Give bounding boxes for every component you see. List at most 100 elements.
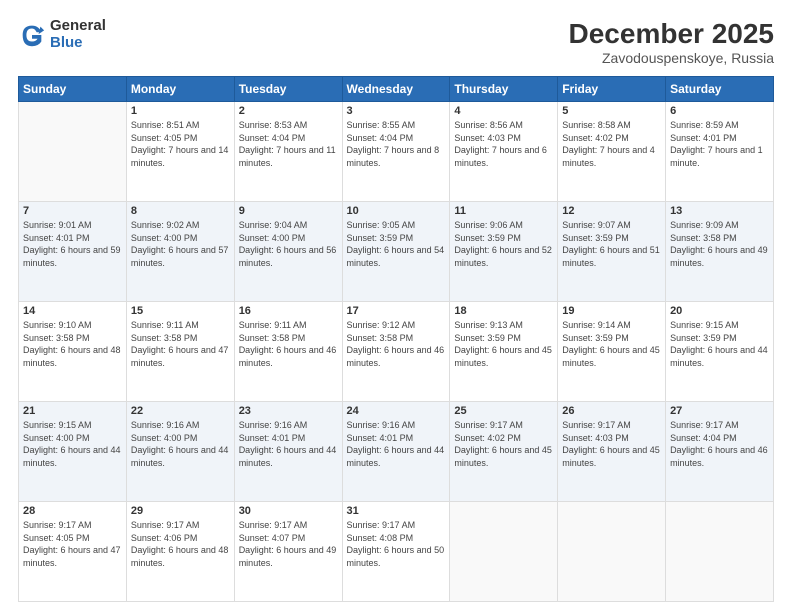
day-info: Sunrise: 9:04 AMSunset: 4:00 PMDaylight:… xyxy=(239,219,338,269)
day-info: Sunrise: 9:10 AMSunset: 3:58 PMDaylight:… xyxy=(23,319,122,369)
table-row: 17 Sunrise: 9:12 AMSunset: 3:58 PMDayligh… xyxy=(342,302,450,402)
day-info: Sunrise: 8:53 AMSunset: 4:04 PMDaylight:… xyxy=(239,119,338,169)
table-row: 27 Sunrise: 9:17 AMSunset: 4:04 PMDayligh… xyxy=(666,402,774,502)
table-row xyxy=(666,502,774,602)
calendar-body: 1Sunrise: 8:51 AMSunset: 4:05 PMDaylight… xyxy=(19,102,774,602)
calendar-week-row: 28Sunrise: 9:17 AMSunset: 4:05 PMDayligh… xyxy=(19,502,774,602)
day-info: Sunrise: 9:17 AMSunset: 4:08 PMDaylight:… xyxy=(347,519,446,569)
table-row: 18 Sunrise: 9:13 AMSunset: 3:59 PMDayligh… xyxy=(450,302,558,402)
day-info: Sunrise: 9:17 AMSunset: 4:03 PMDaylight:… xyxy=(562,419,661,469)
day-info: Sunrise: 9:16 AMSunset: 4:00 PMDaylight:… xyxy=(131,419,230,469)
title-section: December 2025 Zavodouspenskoye, Russia xyxy=(569,18,774,66)
table-row: 3 Sunrise: 8:55 AMSunset: 4:04 PMDaylight… xyxy=(342,102,450,202)
calendar-week-row: 21 Sunrise: 9:15 AMSunset: 4:00 PMDayligh… xyxy=(19,402,774,502)
col-thursday: Thursday xyxy=(450,77,558,102)
day-info: Sunrise: 8:56 AMSunset: 4:03 PMDaylight:… xyxy=(454,119,553,169)
logo-text: General Blue xyxy=(50,18,106,51)
day-info: Sunrise: 9:15 AMSunset: 4:00 PMDaylight:… xyxy=(23,419,122,469)
day-number: 27 xyxy=(670,405,769,417)
day-info: Sunrise: 9:12 AMSunset: 3:58 PMDaylight:… xyxy=(347,319,446,369)
day-info: Sunrise: 9:15 AMSunset: 3:59 PMDaylight:… xyxy=(670,319,769,369)
day-info: Sunrise: 8:59 AMSunset: 4:01 PMDaylight:… xyxy=(670,119,769,169)
day-number: 11 xyxy=(454,205,553,217)
table-row: 15 Sunrise: 9:11 AMSunset: 3:58 PMDayligh… xyxy=(126,302,234,402)
calendar-table: Sunday Monday Tuesday Wednesday Thursday… xyxy=(18,76,774,602)
table-row: 28Sunrise: 9:17 AMSunset: 4:05 PMDayligh… xyxy=(19,502,127,602)
day-number: 3 xyxy=(347,105,446,117)
day-info: Sunrise: 9:13 AMSunset: 3:59 PMDaylight:… xyxy=(454,319,553,369)
col-monday: Monday xyxy=(126,77,234,102)
table-row: 7Sunrise: 9:01 AMSunset: 4:01 PMDaylight… xyxy=(19,202,127,302)
table-row: 9 Sunrise: 9:04 AMSunset: 4:00 PMDaylight… xyxy=(234,202,342,302)
table-row: 2 Sunrise: 8:53 AMSunset: 4:04 PMDaylight… xyxy=(234,102,342,202)
logo: General Blue xyxy=(18,18,106,51)
day-number: 31 xyxy=(347,505,446,517)
col-sunday: Sunday xyxy=(19,77,127,102)
day-info: Sunrise: 9:11 AMSunset: 3:58 PMDaylight:… xyxy=(239,319,338,369)
table-row: 1Sunrise: 8:51 AMSunset: 4:05 PMDaylight… xyxy=(126,102,234,202)
day-number: 20 xyxy=(670,305,769,317)
table-row: 10Sunrise: 9:05 AMSunset: 3:59 PMDayligh… xyxy=(342,202,450,302)
day-number: 12 xyxy=(562,205,661,217)
day-number: 2 xyxy=(239,105,338,117)
table-row: 5 Sunrise: 8:58 AMSunset: 4:02 PMDaylight… xyxy=(558,102,666,202)
day-number: 14 xyxy=(23,305,122,317)
day-number: 18 xyxy=(454,305,553,317)
day-info: Sunrise: 9:02 AMSunset: 4:00 PMDaylight:… xyxy=(131,219,230,269)
table-row: 22 Sunrise: 9:16 AMSunset: 4:00 PMDayligh… xyxy=(126,402,234,502)
day-info: Sunrise: 9:17 AMSunset: 4:05 PMDaylight:… xyxy=(23,519,122,569)
calendar-header: Sunday Monday Tuesday Wednesday Thursday… xyxy=(19,77,774,102)
calendar-week-row: 7Sunrise: 9:01 AMSunset: 4:01 PMDaylight… xyxy=(19,202,774,302)
day-number: 9 xyxy=(239,205,338,217)
day-number: 1 xyxy=(131,105,230,117)
table-row: 6 Sunrise: 8:59 AMSunset: 4:01 PMDaylight… xyxy=(666,102,774,202)
col-saturday: Saturday xyxy=(666,77,774,102)
table-row: 24 Sunrise: 9:16 AMSunset: 4:01 PMDayligh… xyxy=(342,402,450,502)
day-number: 5 xyxy=(562,105,661,117)
day-number: 6 xyxy=(670,105,769,117)
day-info: Sunrise: 8:55 AMSunset: 4:04 PMDaylight:… xyxy=(347,119,446,169)
day-info: Sunrise: 9:14 AMSunset: 3:59 PMDaylight:… xyxy=(562,319,661,369)
table-row: 29Sunrise: 9:17 AMSunset: 4:06 PMDayligh… xyxy=(126,502,234,602)
table-row: 8 Sunrise: 9:02 AMSunset: 4:00 PMDaylight… xyxy=(126,202,234,302)
table-row xyxy=(450,502,558,602)
table-row: 23Sunrise: 9:16 AMSunset: 4:01 PMDayligh… xyxy=(234,402,342,502)
day-number: 4 xyxy=(454,105,553,117)
col-wednesday: Wednesday xyxy=(342,77,450,102)
table-row: 16 Sunrise: 9:11 AMSunset: 3:58 PMDayligh… xyxy=(234,302,342,402)
day-number: 15 xyxy=(131,305,230,317)
day-info: Sunrise: 9:11 AMSunset: 3:58 PMDaylight:… xyxy=(131,319,230,369)
day-number: 25 xyxy=(454,405,553,417)
col-friday: Friday xyxy=(558,77,666,102)
table-row: 13Sunrise: 9:09 AMSunset: 3:58 PMDayligh… xyxy=(666,202,774,302)
subtitle: Zavodouspenskoye, Russia xyxy=(569,50,774,66)
day-number: 8 xyxy=(131,205,230,217)
table-row: 20 Sunrise: 9:15 AMSunset: 3:59 PMDayligh… xyxy=(666,302,774,402)
table-row: 26Sunrise: 9:17 AMSunset: 4:03 PMDayligh… xyxy=(558,402,666,502)
table-row: 19 Sunrise: 9:14 AMSunset: 3:59 PMDayligh… xyxy=(558,302,666,402)
day-info: Sunrise: 9:05 AMSunset: 3:59 PMDaylight:… xyxy=(347,219,446,269)
table-row: 30Sunrise: 9:17 AMSunset: 4:07 PMDayligh… xyxy=(234,502,342,602)
day-number: 19 xyxy=(562,305,661,317)
day-number: 21 xyxy=(23,405,122,417)
page: General Blue December 2025 Zavodouspensk… xyxy=(0,0,792,612)
day-info: Sunrise: 9:01 AMSunset: 4:01 PMDaylight:… xyxy=(23,219,122,269)
day-number: 23 xyxy=(239,405,338,417)
day-info: Sunrise: 9:09 AMSunset: 3:58 PMDaylight:… xyxy=(670,219,769,269)
day-number: 16 xyxy=(239,305,338,317)
logo-icon xyxy=(18,21,46,49)
day-info: Sunrise: 9:16 AMSunset: 4:01 PMDaylight:… xyxy=(347,419,446,469)
table-row: 12 Sunrise: 9:07 AMSunset: 3:59 PMDayligh… xyxy=(558,202,666,302)
day-info: Sunrise: 9:17 AMSunset: 4:04 PMDaylight:… xyxy=(670,419,769,469)
day-info: Sunrise: 9:07 AMSunset: 3:59 PMDaylight:… xyxy=(562,219,661,269)
day-info: Sunrise: 8:58 AMSunset: 4:02 PMDaylight:… xyxy=(562,119,661,169)
day-number: 17 xyxy=(347,305,446,317)
logo-blue-text: Blue xyxy=(50,35,106,52)
table-row: 25Sunrise: 9:17 AMSunset: 4:02 PMDayligh… xyxy=(450,402,558,502)
day-number: 24 xyxy=(347,405,446,417)
day-number: 22 xyxy=(131,405,230,417)
table-row xyxy=(558,502,666,602)
logo-general-text: General xyxy=(50,18,106,35)
col-tuesday: Tuesday xyxy=(234,77,342,102)
table-row: 4 Sunrise: 8:56 AMSunset: 4:03 PMDaylight… xyxy=(450,102,558,202)
